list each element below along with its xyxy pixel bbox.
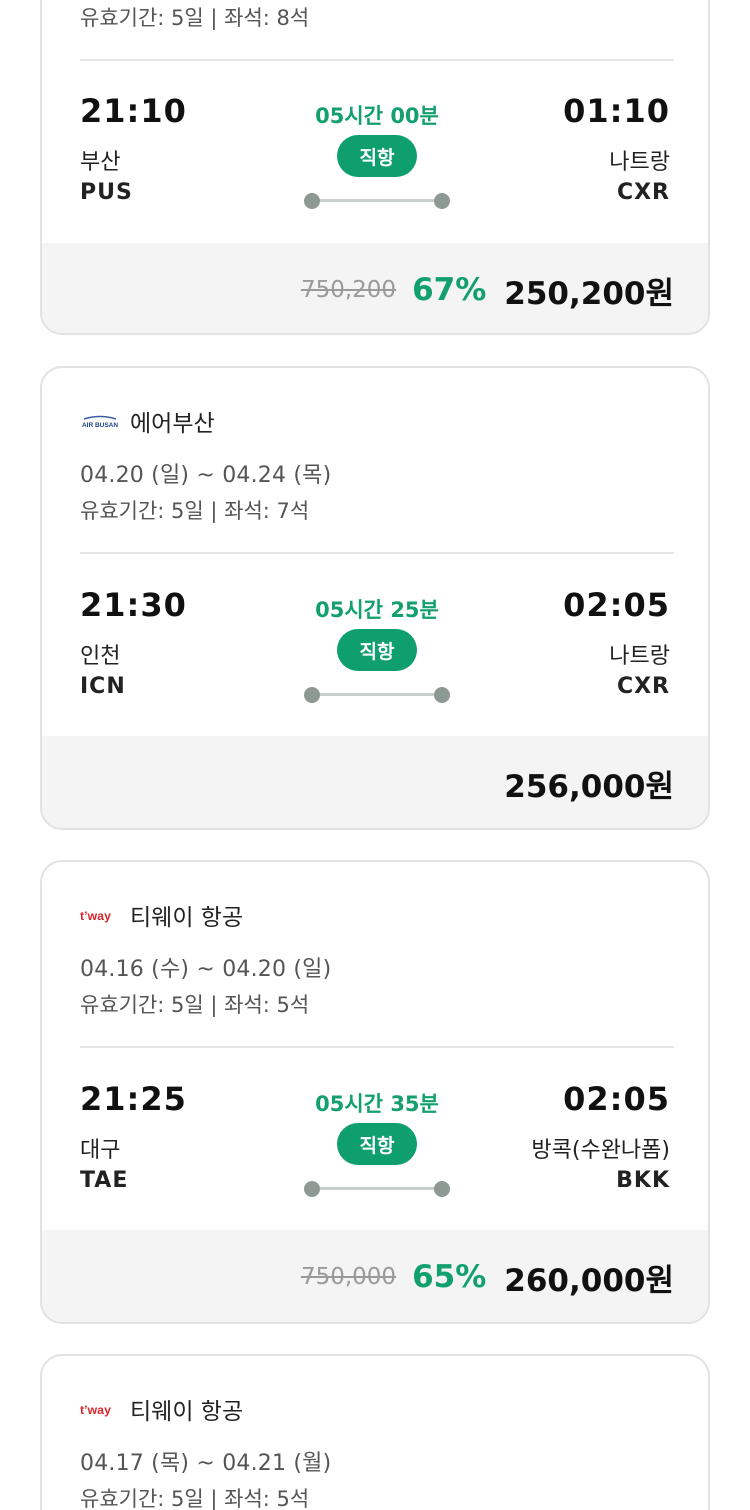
route-line: [304, 193, 450, 209]
route-line: [304, 687, 450, 703]
svg-text:AIR BUSAN: AIR BUSAN: [82, 422, 118, 429]
validity-info: 유효기간: 5일 | 좌석: 5석: [80, 993, 310, 1017]
validity-info: 유효기간: 5일 | 좌석: 5석: [80, 1487, 310, 1510]
original-price: 750,000: [300, 1264, 397, 1290]
airline-row: t’way 티웨이 항공: [80, 900, 244, 931]
destination-dot: [434, 1181, 450, 1197]
departure-code: ICN: [80, 674, 126, 699]
origin-dot: [304, 193, 320, 209]
flight-list: 유효기간: 5일 | 좌석: 8석 21:10 05시간 00분 01:10 부…: [0, 0, 750, 1510]
direct-flight-badge: 직항: [337, 135, 417, 177]
departure-code: PUS: [80, 180, 133, 205]
origin-dot: [304, 687, 320, 703]
travel-dates: 04.20 (일) ~ 04.24 (목): [80, 463, 332, 488]
divider: [80, 59, 674, 61]
arrival-time: 02:05: [563, 586, 670, 624]
tway-logo: t’way: [80, 903, 120, 927]
departure-city: 인천: [80, 644, 121, 669]
divider: [80, 1046, 674, 1048]
arrival-city: 방콕(수완나폼): [531, 1138, 670, 1163]
flight-card[interactable]: AIR BUSAN 에어부산 04.20 (일) ~ 04.24 (목) 유효기…: [40, 366, 710, 830]
arrival-code: BKK: [616, 1168, 670, 1193]
air-busan-logo: AIR BUSAN: [80, 409, 120, 433]
arrival-code: CXR: [616, 674, 670, 699]
departure-code: TAE: [80, 1168, 129, 1193]
origin-dot: [304, 1181, 320, 1197]
travel-dates: 04.16 (수) ~ 04.20 (일): [80, 957, 332, 982]
route-line: [304, 1181, 450, 1197]
travel-dates: 04.17 (목) ~ 04.21 (월): [80, 1451, 332, 1476]
airline-name: 티웨이 항공: [130, 1399, 244, 1425]
flight-card[interactable]: t’way 티웨이 항공 04.16 (수) ~ 04.20 (일) 유효기간:…: [40, 860, 710, 1324]
divider: [80, 552, 674, 554]
arrival-time: 01:10: [563, 92, 670, 130]
price-section: 256,000원: [42, 736, 708, 828]
discount-rate: 67%: [412, 272, 487, 308]
final-price: 256,000원: [504, 768, 674, 805]
direct-flight-badge: 직항: [337, 1123, 417, 1165]
arrival-time: 02:05: [563, 1080, 670, 1118]
original-price: 750,200: [300, 277, 397, 303]
departure-city: 부산: [80, 150, 121, 175]
svg-text:t’way: t’way: [80, 1403, 111, 1417]
airline-row: t’way 티웨이 항공: [80, 1394, 244, 1425]
arrival-code: CXR: [616, 180, 670, 205]
departure-city: 대구: [80, 1138, 121, 1163]
final-price: 250,200원: [504, 275, 674, 312]
validity-info: 유효기간: 5일 | 좌석: 7석: [80, 499, 310, 523]
airline-name: 티웨이 항공: [130, 905, 244, 931]
validity-info: 유효기간: 5일 | 좌석: 8석: [80, 6, 310, 30]
discount-rate: 65%: [412, 1259, 487, 1295]
direct-flight-badge: 직항: [337, 629, 417, 671]
price-section: 750,200 67% 250,200원: [42, 243, 708, 333]
flight-card[interactable]: 유효기간: 5일 | 좌석: 8석 21:10 05시간 00분 01:10 부…: [40, 0, 710, 335]
arrival-city: 나트랑: [609, 150, 670, 175]
arrival-city: 나트랑: [609, 644, 670, 669]
destination-dot: [434, 687, 450, 703]
flight-card[interactable]: t’way 티웨이 항공 04.17 (목) ~ 04.21 (월) 유효기간:…: [40, 1354, 710, 1510]
destination-dot: [434, 193, 450, 209]
airline-row: AIR BUSAN 에어부산: [80, 406, 215, 437]
airline-name: 에어부산: [130, 411, 215, 437]
price-section: 750,000 65% 260,000원: [42, 1230, 708, 1322]
final-price: 260,000원: [504, 1262, 674, 1299]
svg-text:t’way: t’way: [80, 909, 111, 923]
tway-logo: t’way: [80, 1397, 120, 1421]
